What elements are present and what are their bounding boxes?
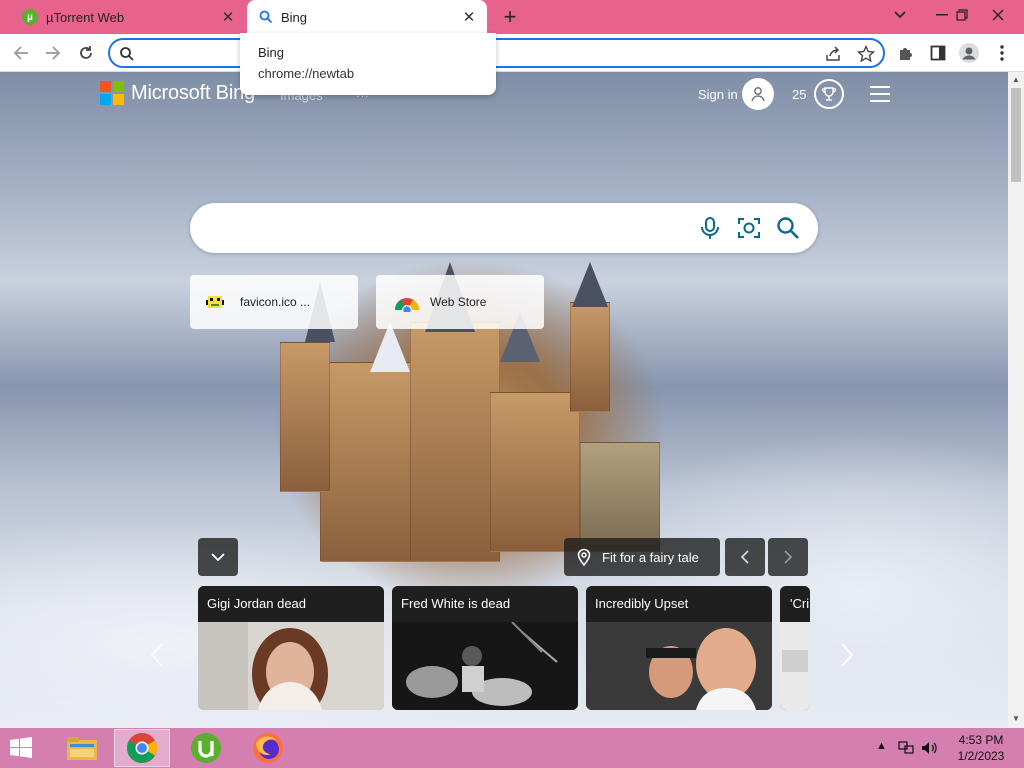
file-explorer-icon[interactable] bbox=[54, 729, 110, 767]
address-bar[interactable] bbox=[108, 38, 885, 68]
page-scrollbar[interactable]: ▲ ▼ bbox=[1008, 72, 1024, 728]
close-tab-icon[interactable]: ✕ bbox=[218, 7, 238, 27]
news-title: Gigi Jordan dead bbox=[198, 586, 384, 622]
scroll-up-icon[interactable]: ▲ bbox=[1012, 75, 1020, 84]
news-card[interactable]: Gigi Jordan dead bbox=[198, 586, 384, 710]
hamburger-menu-icon[interactable] bbox=[870, 86, 890, 102]
bing-logo[interactable]: Microsoft Bing bbox=[100, 81, 255, 105]
news-image bbox=[780, 622, 810, 710]
reload-icon[interactable] bbox=[73, 40, 99, 66]
show-hidden-icons-icon[interactable]: ▲ bbox=[876, 740, 887, 752]
browser-toolbar bbox=[0, 34, 1024, 72]
quick-link-tile[interactable]: favicon.ico ... bbox=[190, 275, 358, 329]
favicon-icon bbox=[206, 296, 224, 308]
search-icon bbox=[120, 47, 134, 61]
microphone-icon[interactable] bbox=[697, 215, 723, 241]
forward-arrow-icon[interactable] bbox=[40, 40, 66, 66]
news-title: 'Cri bbox=[780, 586, 810, 622]
windows-start-icon[interactable] bbox=[6, 735, 36, 761]
news-title: Incredibly Upset bbox=[586, 586, 772, 622]
bookmark-star-icon[interactable] bbox=[857, 45, 875, 63]
omnibox-suggestion[interactable]: Bing chrome://newtab bbox=[240, 33, 496, 95]
brand-name: Microsoft Bing bbox=[131, 81, 255, 104]
bing-homepage: Microsoft Bing Images ··· Sign in 25 fav… bbox=[0, 72, 1008, 728]
network-icon[interactable] bbox=[898, 741, 914, 755]
rewards-points[interactable]: 25 bbox=[792, 87, 806, 102]
share-icon[interactable] bbox=[824, 45, 842, 63]
next-image-button[interactable] bbox=[768, 538, 808, 576]
side-panel-icon[interactable] bbox=[928, 43, 948, 63]
news-prev-arrow-icon[interactable] bbox=[150, 642, 164, 675]
new-tab-button[interactable]: + bbox=[497, 4, 523, 30]
clock-date: 1/2/2023 bbox=[957, 749, 1005, 763]
back-arrow-icon[interactable] bbox=[8, 40, 34, 66]
chrome-icon[interactable] bbox=[114, 729, 170, 767]
rewards-trophy-icon[interactable] bbox=[814, 79, 844, 109]
previous-image-button[interactable] bbox=[725, 538, 765, 576]
scroll-down-icon[interactable]: ▼ bbox=[1012, 714, 1020, 723]
visual-search-icon[interactable] bbox=[736, 215, 762, 241]
tile-label: Web Store bbox=[430, 295, 487, 309]
tab-title: µTorrent Web bbox=[46, 9, 125, 25]
windows-taskbar: ▲ 4:53 PM 1/2/2023 bbox=[0, 728, 1024, 768]
close-tab-icon[interactable]: ✕ bbox=[459, 7, 479, 27]
news-image bbox=[198, 622, 384, 710]
sign-in-link[interactable]: Sign in bbox=[698, 87, 738, 102]
search-submit-icon[interactable] bbox=[775, 215, 801, 241]
tile-label: favicon.ico ... bbox=[240, 295, 311, 309]
close-window-button[interactable] bbox=[980, 0, 1016, 30]
microsoft-logo-icon bbox=[100, 81, 124, 105]
search-icon bbox=[259, 10, 273, 24]
news-card[interactable]: Fred White is dead bbox=[392, 586, 578, 710]
extensions-puzzle-icon[interactable] bbox=[896, 43, 916, 63]
image-caption-button[interactable]: Fit for a fairy tale bbox=[564, 538, 720, 576]
profile-avatar-icon[interactable] bbox=[959, 43, 979, 63]
suggestion-title: Bing bbox=[258, 45, 285, 60]
clock-time: 4:53 PM bbox=[958, 733, 1004, 747]
bing-search-box[interactable] bbox=[190, 203, 818, 253]
news-card[interactable]: 'Cri bbox=[780, 586, 810, 710]
news-title: Fred White is dead bbox=[392, 586, 578, 622]
volume-icon[interactable] bbox=[921, 741, 939, 755]
tab-search-chevron-icon[interactable] bbox=[882, 0, 918, 30]
location-pin-icon bbox=[577, 548, 591, 566]
tab-title: Bing bbox=[281, 9, 308, 25]
firefox-icon[interactable] bbox=[240, 729, 296, 767]
restore-button[interactable] bbox=[944, 0, 980, 30]
news-next-arrow-icon[interactable] bbox=[840, 642, 854, 675]
tab-utorrent[interactable]: µ µTorrent Web ✕ bbox=[8, 0, 246, 34]
menu-kebab-icon[interactable] bbox=[992, 43, 1012, 63]
utorrent-icon: µ bbox=[22, 9, 38, 25]
quick-link-tile[interactable]: Web Store bbox=[376, 275, 544, 329]
system-clock[interactable]: 4:53 PM 1/2/2023 bbox=[950, 732, 1012, 764]
tab-bing[interactable]: Bing ✕ bbox=[247, 0, 487, 34]
news-image bbox=[392, 622, 578, 710]
scrollbar-thumb[interactable] bbox=[1011, 88, 1021, 182]
bing-search-input[interactable] bbox=[212, 217, 702, 239]
user-avatar-icon[interactable] bbox=[742, 78, 774, 110]
tab-strip: µ µTorrent Web ✕ Bing ✕ + bbox=[0, 0, 1024, 34]
utorrent-icon[interactable] bbox=[178, 729, 234, 767]
news-image bbox=[586, 622, 772, 710]
suggestion-url: chrome://newtab bbox=[258, 66, 355, 81]
collapse-feed-button[interactable] bbox=[198, 538, 238, 576]
news-card[interactable]: Incredibly Upset bbox=[586, 586, 772, 710]
image-caption: Fit for a fairy tale bbox=[602, 549, 699, 565]
chrome-web-store-icon bbox=[395, 298, 419, 312]
